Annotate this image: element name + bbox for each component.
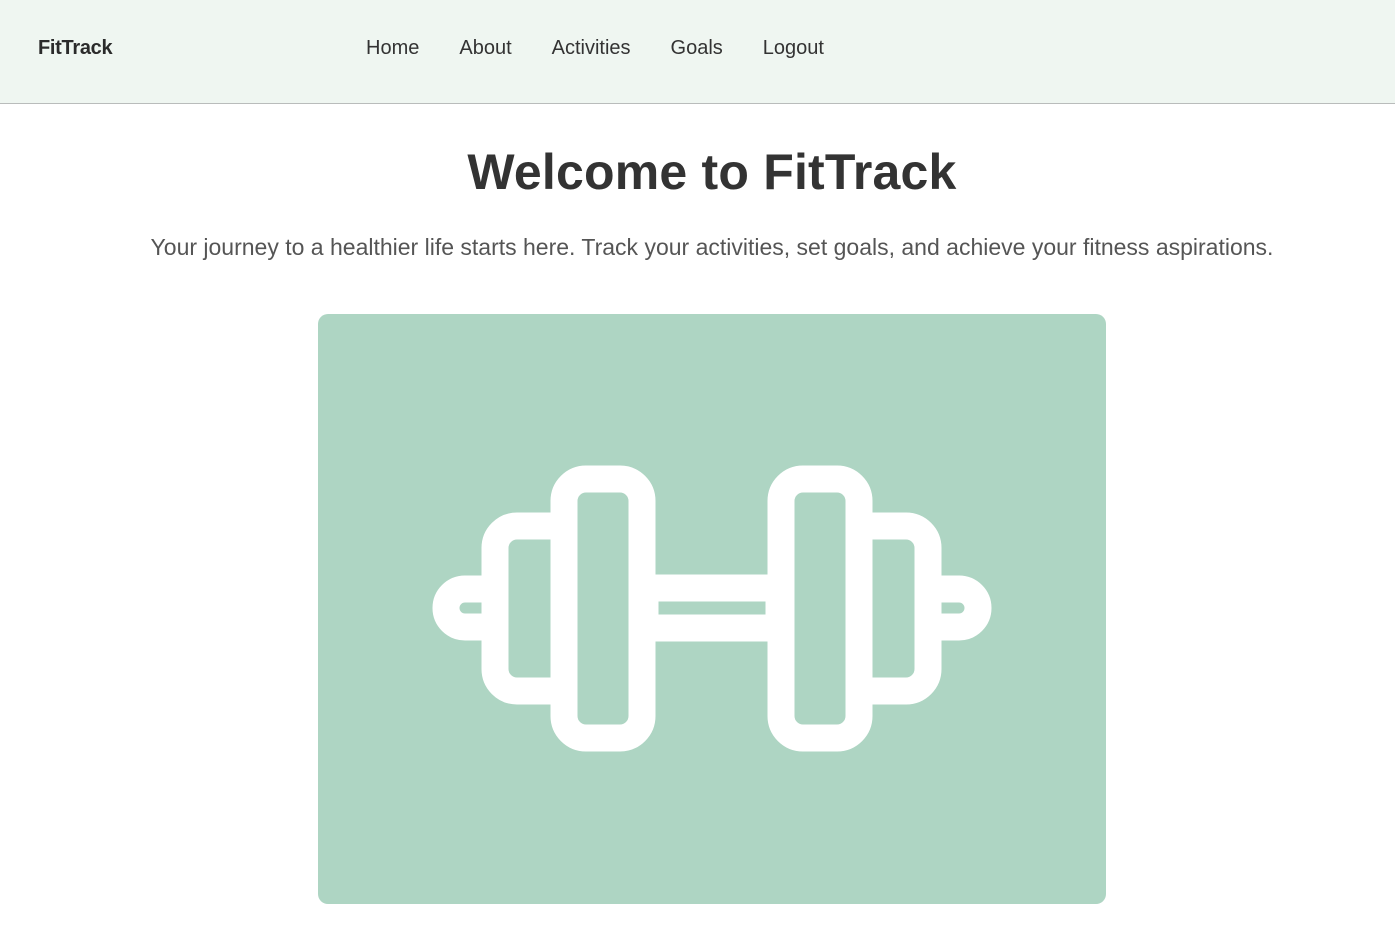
nav-link-activities[interactable]: Activities (552, 37, 631, 60)
hero-image (318, 314, 1106, 904)
main-nav: Home About Activities Goals Logout (366, 37, 824, 60)
page-title: Welcome to FitTrack (467, 144, 957, 200)
tagline: Your journey to a healthier life starts … (150, 234, 1274, 260)
top-navbar: FitTrack Home About Activities Goals Log… (0, 0, 1395, 104)
brand-logo[interactable]: FitTrack (38, 37, 113, 60)
nav-link-logout[interactable]: Logout (763, 37, 824, 60)
nav-link-goals[interactable]: Goals (671, 37, 723, 60)
nav-link-about[interactable]: About (459, 37, 511, 60)
nav-link-home[interactable]: Home (366, 37, 419, 60)
dumbbell-icon (432, 465, 992, 752)
